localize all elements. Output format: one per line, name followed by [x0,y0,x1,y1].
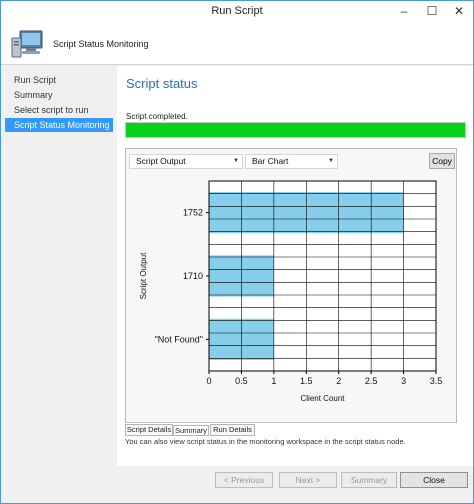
copy-button[interactable]: Copy [429,153,455,169]
x-axis-label: Client Count [300,394,345,403]
x-tick-label: 0.5 [235,376,248,386]
y-tick-label: 1710 [183,271,203,281]
dropdown-arrow-icon: ▼ [233,158,239,164]
section-title: Script status [126,76,198,91]
tab-run-details[interactable]: Run Details [210,424,255,436]
info-text: You can also view script status in the m… [125,437,406,446]
tab-script-details[interactable]: Script Details [125,424,173,436]
title-bar: Run Script – ☐ ✕ [1,1,473,23]
status-text: Script completed. [126,112,188,121]
minimize-button[interactable]: – [391,1,417,21]
nav-item-run-script[interactable]: Run Script [5,73,113,87]
chart-type-select-value: Bar Chart [252,156,289,166]
computer-icon [11,30,43,58]
bar-chart: 1752 1710 "Not Found" 0 0.5 1 1.5 2 2.5 3 3.5 Clien… [139,180,443,403]
x-tick-label: 0 [206,376,211,386]
dropdown-arrow-icon: ▼ [328,158,334,164]
tab-summary[interactable]: Summary [173,425,209,436]
x-tick-label: 2 [336,376,341,386]
next-button[interactable]: Next > [279,472,337,488]
progress-bar [125,122,466,138]
run-script-window: Run Script – ☐ ✕ Script Status Monitorin… [0,0,474,504]
output-select-value: Script Output [136,156,186,166]
close-window-button[interactable]: ✕ [445,1,473,21]
nav-item-script-status-monitoring[interactable]: Script Status Monitoring [5,118,113,132]
maximize-button[interactable]: ☐ [419,1,445,21]
previous-button[interactable]: < Previous [215,472,273,488]
chart-type-select[interactable]: Bar Chart ▼ [245,154,338,169]
x-tick-label: 1 [271,376,276,386]
x-tick-label: 1.5 [300,376,313,386]
close-button[interactable]: Close [400,472,468,488]
main-content: Script status Script completed. Script O… [117,66,473,466]
output-select[interactable]: Script Output ▼ [129,154,243,169]
y-tick-label: "Not Found" [155,334,203,344]
summary-button[interactable]: Summary [341,472,397,488]
header-title: Script Status Monitoring [53,39,149,49]
chart-panel: Script Output ▼ Bar Chart ▼ Copy 1752 171… [125,148,457,423]
wizard-nav: Run Script Summary Select script to run … [1,66,117,466]
x-tick-label: 2.5 [365,376,378,386]
progress-fill [126,123,465,137]
x-tick-label: 3 [401,376,406,386]
nav-item-select-script[interactable]: Select script to run [5,103,113,117]
x-tick-label: 3.5 [430,376,443,386]
y-tick-label: 1752 [183,208,203,218]
nav-item-summary[interactable]: Summary [5,88,113,102]
wizard-header: Script Status Monitoring [1,23,473,65]
y-axis-label: Script Output [139,252,148,299]
